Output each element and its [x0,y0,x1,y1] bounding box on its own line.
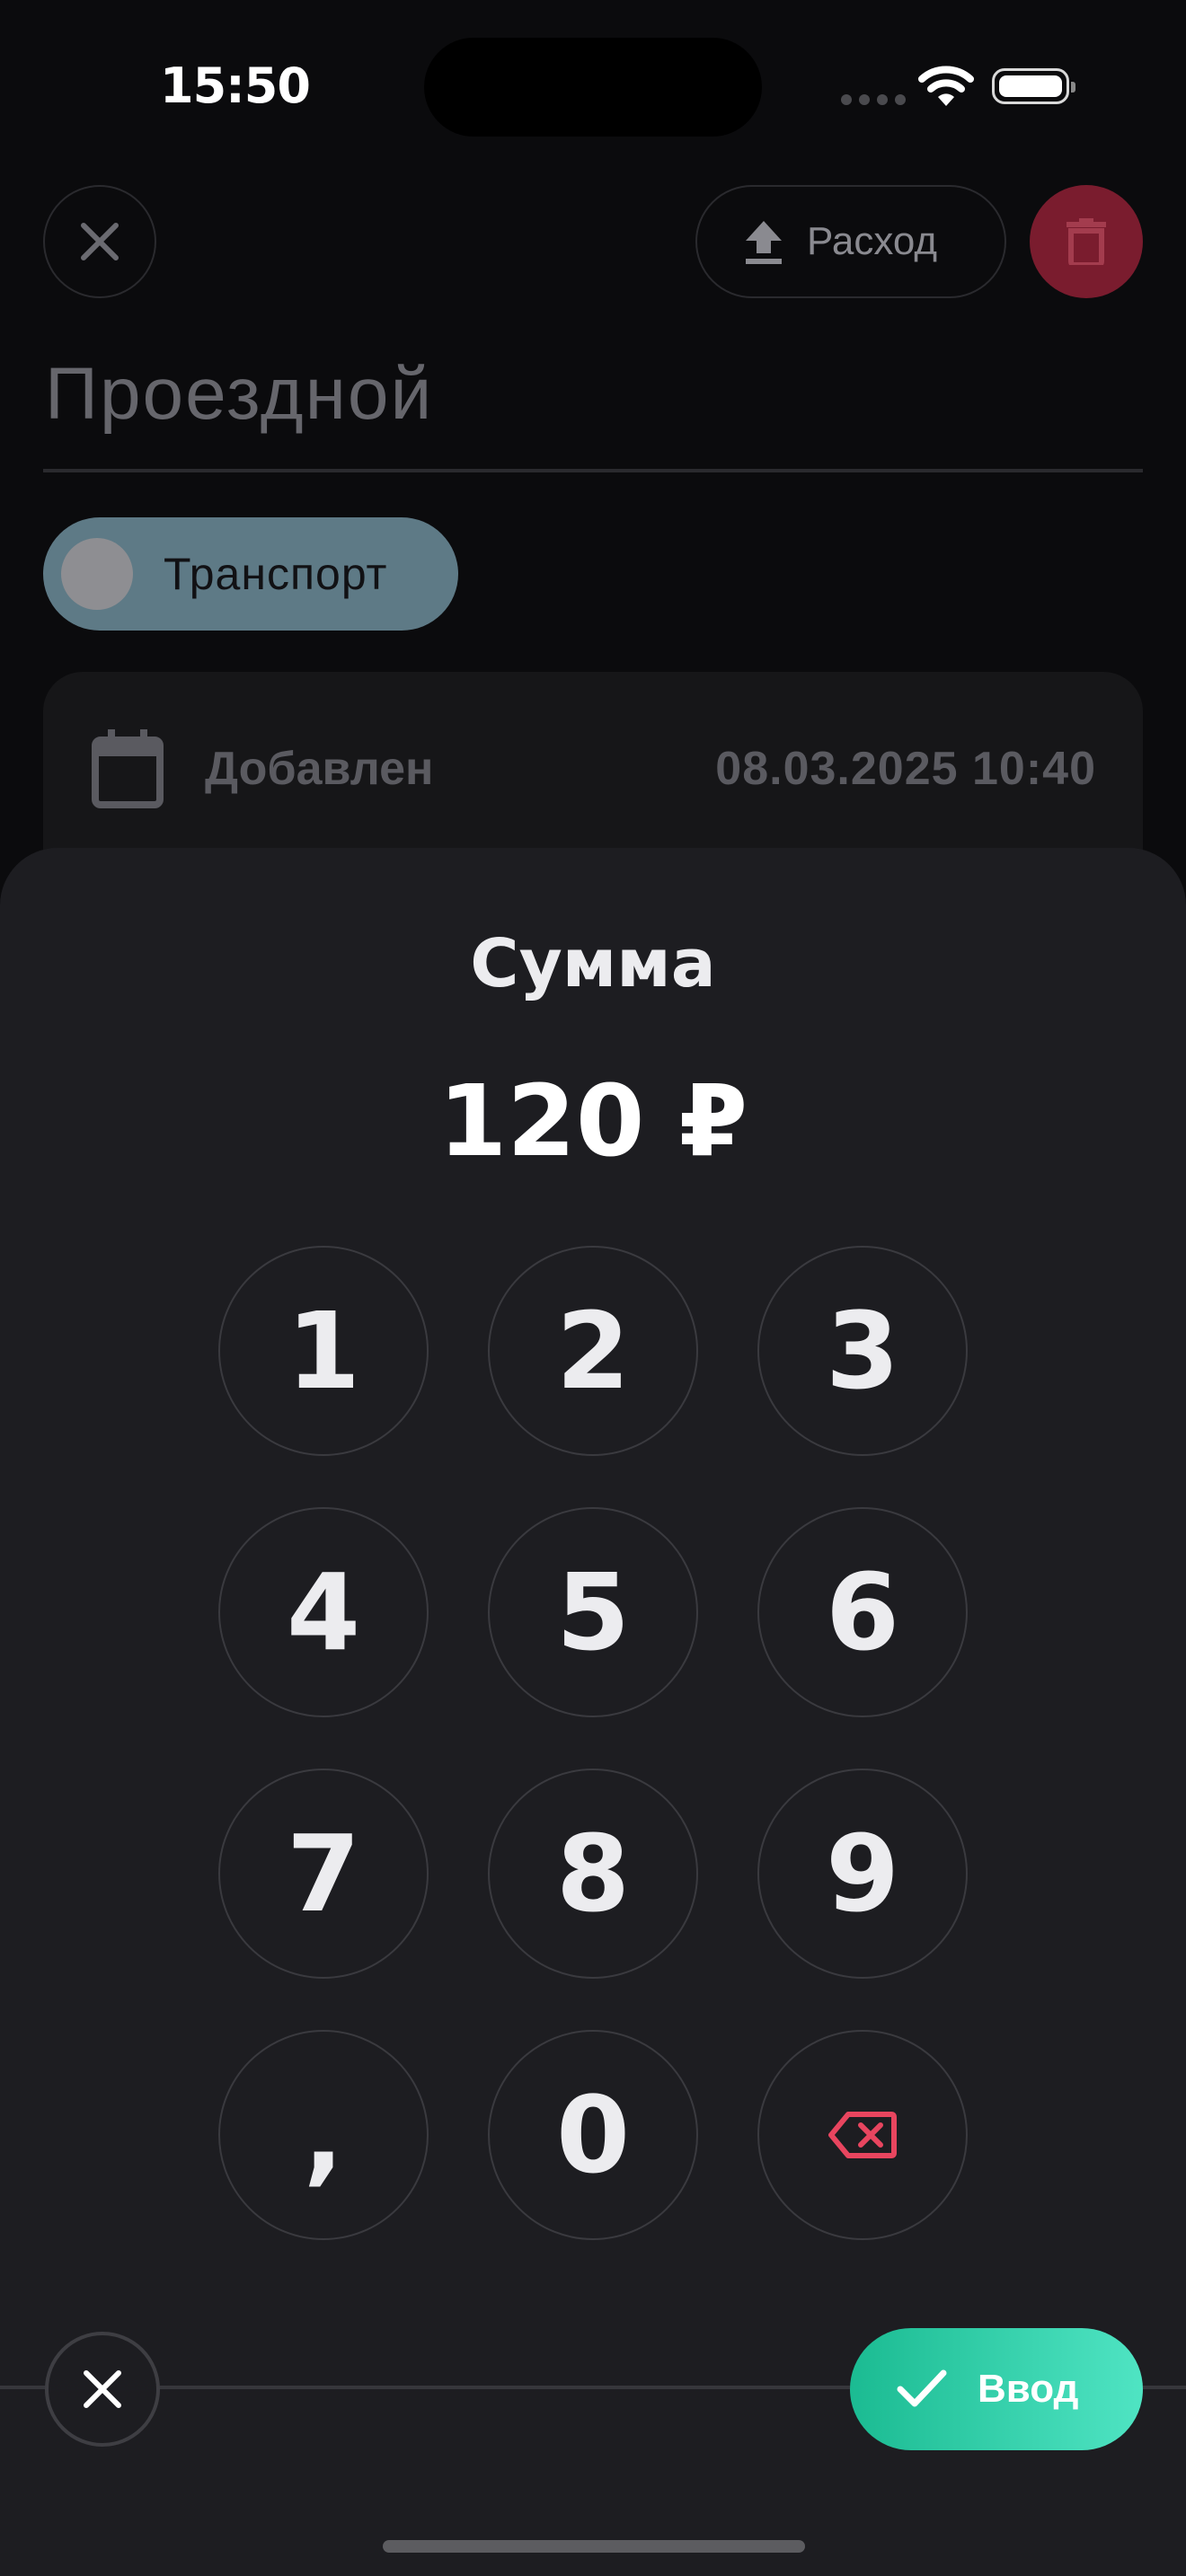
check-icon [897,2369,947,2407]
key-4[interactable]: 4 [218,1507,429,1717]
added-label: Добавлен [205,743,434,795]
close-sheet-button[interactable] [45,2332,160,2447]
sheet-title: Сумма [470,925,716,1002]
close-icon [84,2370,121,2408]
calendar-icon [92,729,164,808]
close-button[interactable] [43,185,156,298]
enter-button[interactable]: Ввод [850,2328,1143,2450]
added-date: 08.03.2025 10:40 [715,743,1096,795]
transaction-title-input[interactable]: Проездной [45,352,433,437]
key-7[interactable]: 7 [218,1769,429,1979]
transaction-type-label: Расход [807,219,938,263]
category-chip[interactable]: Транспорт [43,517,458,631]
cellular-signal-icon [841,93,913,110]
key-2[interactable]: 2 [488,1246,698,1456]
wifi-icon [918,66,974,106]
delete-button[interactable] [1030,185,1143,298]
upload-icon [746,221,782,264]
key-6[interactable]: 6 [757,1507,968,1717]
key-3[interactable]: 3 [757,1246,968,1456]
backspace-icon [828,2112,897,2158]
key-1[interactable]: 1 [218,1246,429,1456]
trash-icon [1067,218,1106,265]
key-comma[interactable]: , [218,2030,429,2240]
transaction-type-button[interactable]: Расход [695,185,1006,298]
key-5[interactable]: 5 [488,1507,698,1717]
key-8[interactable]: 8 [488,1769,698,1979]
amount-display: 120 ₽ [438,1063,748,1178]
close-icon [81,223,119,260]
home-indicator[interactable] [383,2540,805,2553]
key-9[interactable]: 9 [757,1769,968,1979]
battery-icon [992,68,1075,104]
title-underline [43,469,1143,472]
dynamic-island [424,38,762,137]
enter-label: Ввод [978,2367,1079,2411]
key-0[interactable]: 0 [488,2030,698,2240]
category-color-dot [61,538,133,610]
status-time: 15:50 [160,57,311,114]
category-label: Транспорт [164,549,388,599]
backspace-button[interactable] [757,2030,968,2240]
